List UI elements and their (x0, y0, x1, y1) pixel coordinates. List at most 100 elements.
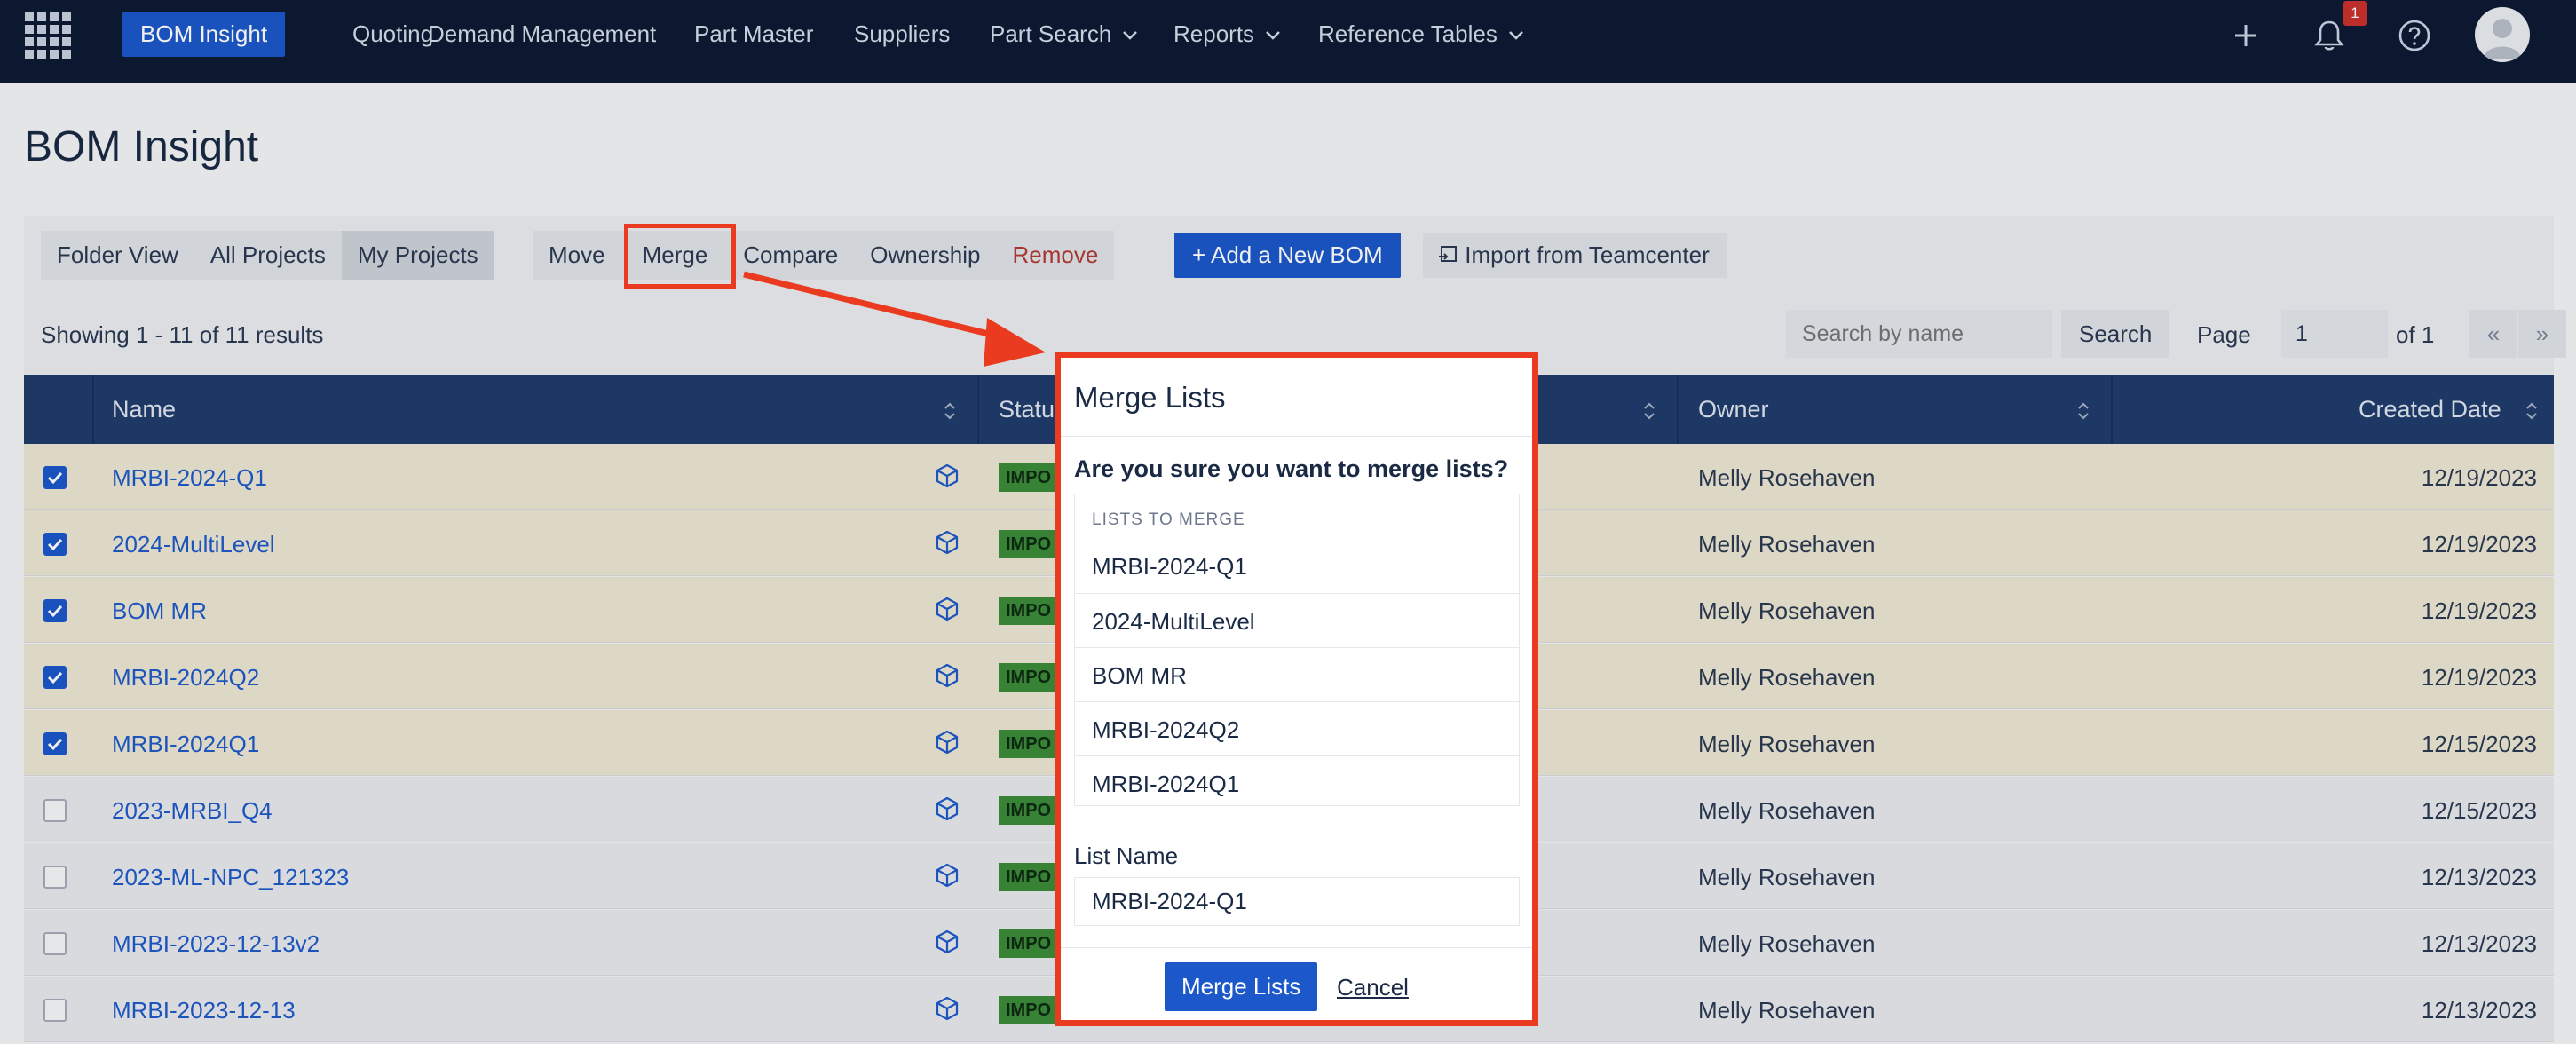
nav-label: Part Master (694, 20, 814, 47)
bom-name-link[interactable]: MRBI-2023-12-13 (112, 997, 296, 1024)
divider (1061, 436, 1532, 437)
next-page-button[interactable]: » (2518, 310, 2566, 358)
prev-page-button[interactable]: « (2469, 310, 2517, 358)
nav-label: BOM Insight (140, 20, 268, 47)
row-checkbox[interactable] (43, 999, 67, 1022)
add-new-bom-button[interactable]: + Add a New BOM (1174, 233, 1401, 278)
created-date-cell: 12/19/2023 (2421, 464, 2537, 491)
row-checkbox[interactable] (43, 466, 67, 489)
cube-icon[interactable] (936, 796, 959, 826)
list-item: 2024-MultiLevel (1075, 593, 1519, 647)
cube-icon[interactable] (936, 730, 959, 759)
row-checkbox[interactable] (43, 732, 67, 755)
owner-cell: Melly Rosehaven (1698, 731, 1876, 757)
move-button[interactable]: Move (533, 231, 621, 280)
created-date-cell: 12/13/2023 (2421, 997, 2537, 1024)
cube-icon[interactable] (936, 663, 959, 692)
sort-icon[interactable] (943, 401, 957, 421)
bom-name-link[interactable]: MRBI-2024Q1 (112, 731, 259, 758)
owner-cell: Melly Rosehaven (1698, 997, 1876, 1024)
all-projects-button[interactable]: All Projects (194, 231, 342, 280)
bom-name-link[interactable]: 2024-MultiLevel (112, 531, 275, 558)
app-grid-icon[interactable] (23, 11, 76, 62)
add-bom-label: Add a New BOM (1210, 241, 1383, 268)
nav-label: Quoting (352, 20, 434, 47)
help-icon[interactable] (2388, 9, 2441, 62)
folder-view-button[interactable]: Folder View (41, 231, 194, 280)
nav-item-demand-management[interactable]: Demand Management (428, 12, 656, 57)
results-summary: Showing 1 - 11 of 11 results (41, 321, 324, 348)
nav-label: Suppliers (854, 20, 951, 47)
sort-icon[interactable] (2525, 401, 2539, 421)
row-checkbox[interactable] (43, 799, 67, 822)
search-input[interactable] (1786, 310, 2052, 358)
nav-item-bom-insight[interactable]: BOM Insight (122, 12, 286, 57)
page-number-input[interactable] (2281, 310, 2388, 358)
import-icon (1439, 246, 1457, 262)
bom-name-link[interactable]: 2023-ML-NPC_121323 (112, 864, 349, 891)
row-checkbox[interactable] (43, 866, 67, 889)
nav-item-quoting[interactable]: Quoting (352, 12, 433, 57)
my-projects-button[interactable]: My Projects (341, 231, 494, 280)
created-date-cell: 12/19/2023 (2421, 531, 2537, 558)
bom-name-link[interactable]: BOM MR (112, 597, 207, 625)
nav-item-reports[interactable]: Reports (1173, 12, 1281, 57)
divider (1061, 947, 1532, 948)
bom-name-link[interactable]: 2023-MRBI_Q4 (112, 797, 273, 825)
toolbar: Folder View All Projects My Projects Mov… (24, 216, 2554, 295)
import-label: Import from Teamcenter (1465, 241, 1710, 268)
sort-icon[interactable] (1642, 401, 1656, 421)
cube-icon[interactable] (936, 463, 959, 493)
row-checkbox[interactable] (43, 533, 67, 556)
column-header-owner[interactable]: Owner (1698, 375, 1769, 444)
nav-label: Reports (1173, 20, 1255, 47)
bom-name-link[interactable]: MRBI-2023-12-13v2 (112, 930, 320, 958)
chevron-down-icon (1266, 31, 1280, 40)
nav-item-part-master[interactable]: Part Master (694, 12, 813, 57)
import-teamcenter-button[interactable]: Import from Teamcenter (1423, 233, 1727, 278)
sort-icon[interactable] (2076, 401, 2090, 421)
owner-cell: Melly Rosehaven (1698, 930, 1876, 957)
page-of-label: of 1 (2396, 321, 2435, 348)
search-button[interactable]: Search (2061, 310, 2170, 358)
nav-item-part-search[interactable]: Part Search (990, 12, 1138, 57)
status-badge: IMPO (999, 796, 1059, 825)
list-name-input[interactable] (1074, 877, 1520, 926)
annotation-arrow-icon (743, 271, 1046, 367)
plus-icon[interactable] (2219, 9, 2272, 62)
cancel-button[interactable]: Cancel (1337, 974, 1409, 1001)
status-badge: IMPO (999, 463, 1059, 492)
nav-label: Part Search (990, 20, 1112, 47)
column-divider (977, 375, 979, 444)
status-badge: IMPO (999, 996, 1059, 1024)
dialog-title: Merge Lists (1074, 381, 1226, 414)
row-checkbox[interactable] (43, 932, 67, 955)
merge-lists-dialog: Merge Lists Are you sure you want to mer… (1055, 352, 1538, 1026)
column-header-status[interactable]: Statu (999, 375, 1055, 444)
cube-icon[interactable] (936, 929, 959, 959)
cube-icon[interactable] (936, 863, 959, 892)
created-date-cell: 12/15/2023 (2421, 797, 2537, 824)
cube-icon[interactable] (936, 597, 959, 626)
cube-icon[interactable] (936, 996, 959, 1025)
created-date-cell: 12/13/2023 (2421, 930, 2537, 957)
merge-lists-button[interactable]: Merge Lists (1165, 962, 1318, 1011)
avatar[interactable] (2475, 7, 2530, 62)
nav-item-reference-tables[interactable]: Reference Tables (1318, 12, 1524, 57)
list-item: MRBI-2024Q1 (1075, 755, 1519, 810)
bom-name-link[interactable]: MRBI-2024-Q1 (112, 464, 267, 492)
created-date-cell: 12/15/2023 (2421, 731, 2537, 757)
list-item-label: MRBI-2024-Q1 (1092, 553, 1247, 580)
list-item: BOM MR (1075, 647, 1519, 701)
row-checkbox[interactable] (43, 666, 67, 689)
nav-item-suppliers[interactable]: Suppliers (854, 12, 950, 57)
page-label: Page (2197, 321, 2251, 348)
column-header-created-date[interactable]: Created Date (2359, 375, 2501, 444)
merge-highlight-box (624, 224, 736, 289)
row-checkbox[interactable] (43, 599, 67, 622)
list-name-label: List Name (1074, 842, 1179, 869)
status-badge: IMPO (999, 663, 1059, 692)
column-header-name[interactable]: Name (112, 375, 176, 444)
bom-name-link[interactable]: MRBI-2024Q2 (112, 664, 259, 692)
cube-icon[interactable] (936, 530, 959, 559)
